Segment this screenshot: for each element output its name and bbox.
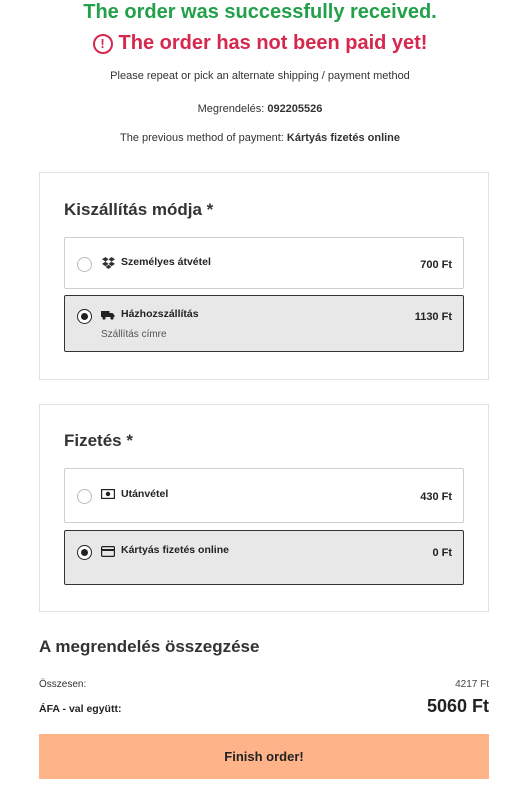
finish-order-button[interactable]: Finish order!	[39, 734, 489, 779]
order-success-message: The order was successfully received.	[83, 1, 437, 23]
vat-total-value: 5060 Ft	[426, 696, 489, 716]
payment-radio-card-online[interactable]	[77, 545, 92, 560]
payment-radio-cash-on-delivery[interactable]	[77, 489, 92, 504]
payment-title: Fizetés *	[64, 431, 133, 450]
order-number-value: 092205526	[267, 103, 323, 115]
shipping-price-home-delivery: 1130 Ft	[414, 311, 452, 323]
subtotal-value: 4217 Ft	[455, 679, 489, 690]
previous-method-line: The previous method of payment: Kártyás …	[0, 132, 520, 144]
shipping-title: Kiszállítás módja *	[64, 200, 214, 219]
dropbox-icon	[101, 256, 115, 270]
order-number-line: Megrendelés: 092205526	[0, 103, 520, 115]
truck-icon	[101, 308, 115, 322]
shipping-radio-personal-pickup[interactable]	[77, 257, 92, 272]
shipping-label-home-delivery: Házhozszállítás	[121, 308, 199, 320]
exclamation-circle-icon: !	[92, 33, 113, 54]
payment-option-cash-on-delivery[interactable]: Utánvétel 430 Ft	[64, 468, 464, 523]
payment-price-cash-on-delivery: 430 Ft	[420, 491, 452, 503]
vat-total-label: ÁFA - val együtt:	[39, 703, 122, 715]
previous-method-label: The previous method of payment:	[119, 132, 284, 144]
shipping-price-personal-pickup: 700 Ft	[420, 259, 452, 271]
shipping-option-home-delivery[interactable]: Házhozszállítás Szállítás címre 1130 Ft	[64, 295, 464, 352]
shipping-section: Kiszállítás módja * Személyes átvétel 70…	[39, 172, 489, 380]
unpaid-text: The order has not been paid yet!	[118, 32, 428, 54]
payment-label-card-online: Kártyás fizetés online	[121, 544, 229, 556]
previous-method-value: Kártyás fizetés online	[286, 132, 401, 144]
subtotal-label: Összesen:	[39, 679, 87, 690]
payment-option-card-online[interactable]: Kártyás fizetés online 0 Ft	[64, 530, 464, 585]
cash-icon	[101, 487, 115, 501]
shipping-label-personal-pickup: Személyes átvétel	[121, 256, 211, 268]
shipping-sub-home-delivery: Szállítás címre	[101, 329, 167, 340]
payment-price-card-online: 0 Ft	[432, 547, 452, 559]
shipping-option-personal-pickup[interactable]: Személyes átvétel 700 Ft	[64, 237, 464, 289]
order-unpaid-message: ! The order has not been paid yet!	[0, 32, 520, 55]
payment-section: Fizetés * Utánvétel 430 Ft Kártyás fizet…	[39, 404, 489, 612]
instruction-text: Please repeat or pick an alternate shipp…	[110, 70, 410, 82]
order-number-label: Megrendelés:	[197, 103, 265, 115]
payment-label-cash-on-delivery: Utánvétel	[121, 488, 169, 500]
credit-card-icon	[101, 544, 115, 558]
summary-title: A megrendelés összegzése	[39, 637, 260, 656]
shipping-radio-home-delivery[interactable]	[77, 309, 92, 324]
